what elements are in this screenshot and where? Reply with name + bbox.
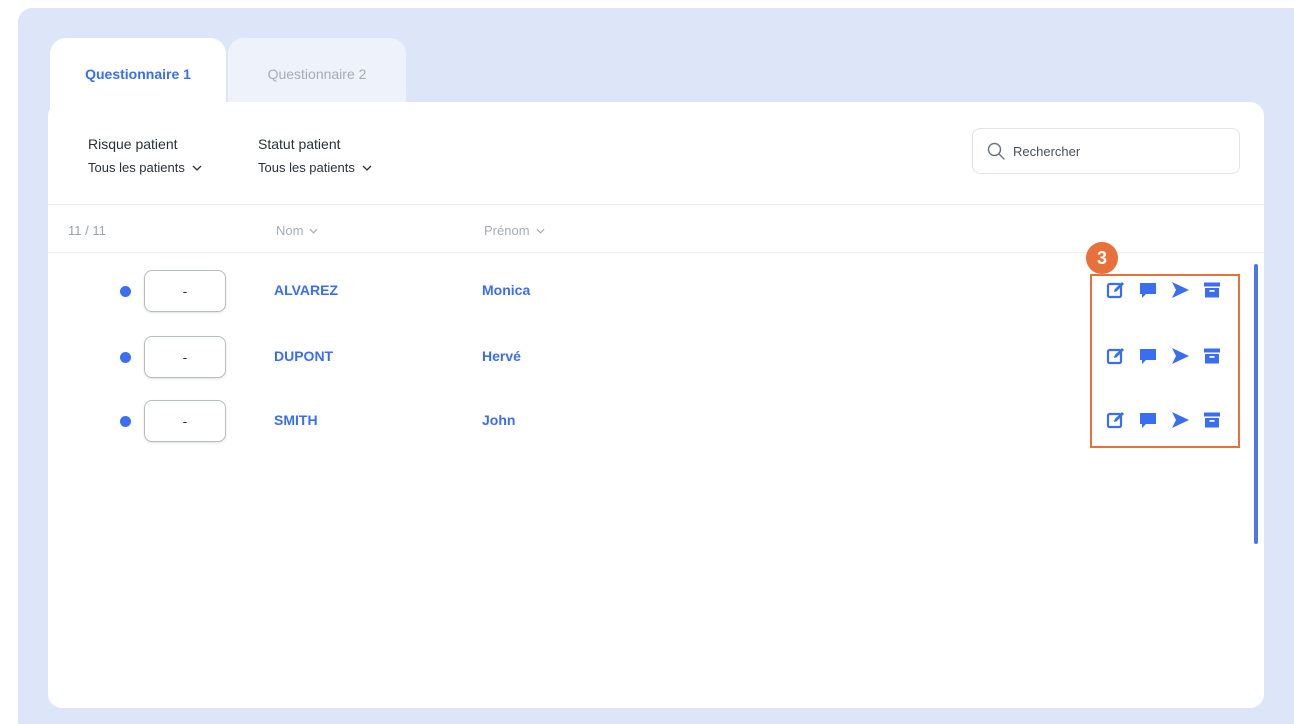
risk-score-box[interactable]: - bbox=[144, 270, 226, 312]
risk-filter: Risque patient Tous les patients bbox=[88, 136, 202, 175]
header-divider bbox=[48, 204, 1264, 205]
chevron-down-icon bbox=[362, 165, 372, 171]
status-filter-dropdown[interactable]: Tous les patients bbox=[258, 160, 372, 175]
risk-score-value: - bbox=[182, 283, 188, 299]
actions-highlight-box bbox=[1090, 274, 1240, 448]
risk-score-box[interactable]: - bbox=[144, 336, 226, 378]
search-icon bbox=[987, 142, 1005, 160]
risk-filter-dropdown[interactable]: Tous les patients bbox=[88, 160, 202, 175]
app-background: Questionnaire 1 Questionnaire 2 Risque p… bbox=[18, 8, 1294, 724]
status-dot-icon bbox=[120, 352, 131, 363]
column-header-nom[interactable]: Nom bbox=[276, 223, 318, 238]
risk-filter-value: Tous les patients bbox=[88, 160, 185, 175]
patient-last-name[interactable]: SMITH bbox=[274, 412, 318, 428]
risk-score-value: - bbox=[182, 413, 188, 429]
table-row[interactable]: - DUPONT Hervé bbox=[48, 334, 1238, 380]
status-dot-icon bbox=[120, 416, 131, 427]
table-row[interactable]: - ALVAREZ Monica bbox=[48, 268, 1238, 314]
column-header-prenom-label: Prénom bbox=[484, 223, 530, 238]
status-dot-icon bbox=[120, 286, 131, 297]
patient-first-name[interactable]: Monica bbox=[482, 282, 530, 298]
chevron-down-icon bbox=[536, 228, 545, 234]
scrollbar[interactable] bbox=[1254, 264, 1258, 544]
step-badge: 3 bbox=[1086, 242, 1118, 274]
risk-score-box[interactable]: - bbox=[144, 400, 226, 442]
column-header-prenom[interactable]: Prénom bbox=[484, 223, 545, 238]
status-filter: Statut patient Tous les patients bbox=[258, 136, 372, 175]
risk-filter-label: Risque patient bbox=[88, 136, 178, 152]
patient-last-name[interactable]: DUPONT bbox=[274, 348, 333, 364]
search-input[interactable] bbox=[1013, 143, 1233, 159]
column-header-divider bbox=[48, 252, 1264, 253]
search-box[interactable] bbox=[972, 128, 1240, 174]
status-filter-value: Tous les patients bbox=[258, 160, 355, 175]
patient-last-name[interactable]: ALVAREZ bbox=[274, 282, 338, 298]
tab-questionnaire-2[interactable]: Questionnaire 2 bbox=[228, 38, 406, 108]
patient-first-name[interactable]: John bbox=[482, 412, 515, 428]
patient-count: 11 / 11 bbox=[68, 223, 106, 238]
chevron-down-icon bbox=[309, 228, 318, 234]
table-row[interactable]: - SMITH John bbox=[48, 398, 1238, 444]
risk-score-value: - bbox=[182, 349, 188, 365]
column-header-nom-label: Nom bbox=[276, 223, 304, 238]
tab-questionnaire-1[interactable]: Questionnaire 1 bbox=[50, 38, 226, 108]
patients-panel: Risque patient Tous les patients Statut … bbox=[48, 102, 1264, 708]
patient-first-name[interactable]: Hervé bbox=[482, 348, 521, 364]
chevron-down-icon bbox=[192, 165, 202, 171]
status-filter-label: Statut patient bbox=[258, 136, 341, 152]
